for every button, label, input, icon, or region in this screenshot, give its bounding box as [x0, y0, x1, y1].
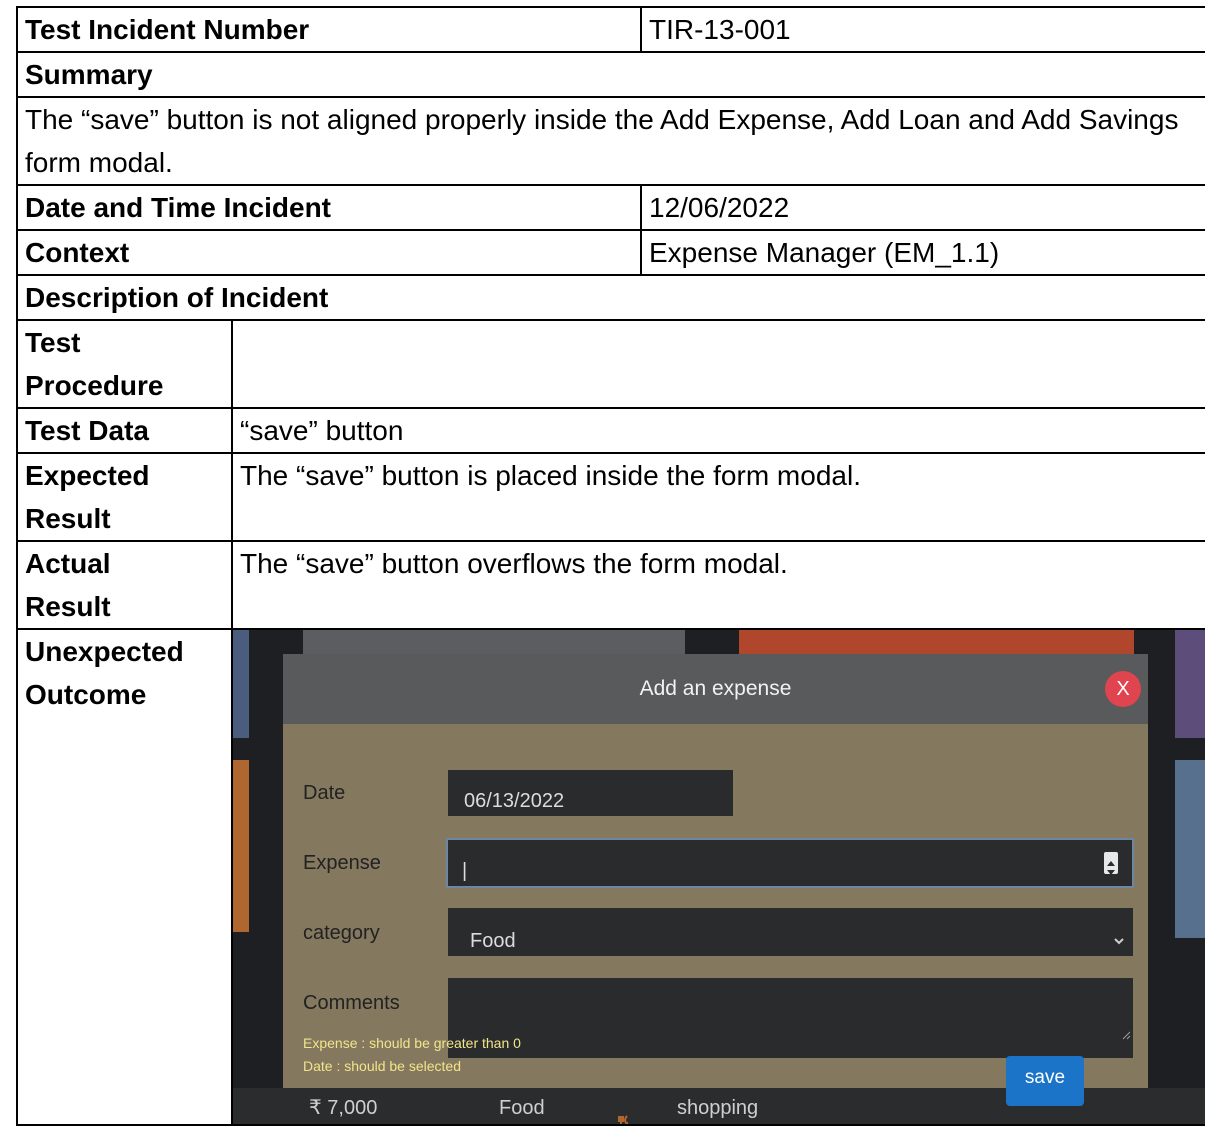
number-stepper-icon[interactable] — [1104, 852, 1118, 875]
chevron-down-icon — [1113, 922, 1125, 965]
test-procedure-label-line2: Procedure — [25, 370, 164, 401]
expected-result-label-line2: Result — [25, 503, 111, 534]
date-time-label: Date and Time Incident — [16, 184, 642, 231]
modal-close-button[interactable]: X — [1105, 671, 1141, 707]
row-test-data: Test Data “save” button — [16, 407, 1205, 454]
actual-result-label: Actual Result — [16, 540, 233, 630]
row-category: Food — [499, 1097, 545, 1119]
category-label: category — [303, 922, 380, 944]
category-select[interactable]: Food — [448, 908, 1133, 956]
unexpected-outcome-label: Unexpected Outcome — [16, 628, 233, 1126]
summary-label: Summary — [16, 51, 1205, 98]
row-test-incident-number: Test Incident Number TIR-13-001 — [16, 6, 1205, 53]
comments-textarea[interactable] — [448, 978, 1133, 1058]
actual-result-value: The “save” button overflows the form mod… — [231, 540, 1205, 630]
actual-result-label-line1: Actual — [25, 548, 111, 579]
description-label: Description of Incident — [16, 274, 1205, 321]
row-summary-heading: Summary — [16, 51, 1205, 98]
test-procedure-label: Test Procedure — [16, 319, 233, 409]
fork-knife-icon — [617, 1100, 629, 1123]
summary-text: The “save” button is not aligned properl… — [16, 96, 1205, 186]
date-time-value: 12/06/2022 — [640, 184, 1205, 231]
add-expense-modal: Add an expense X Date 06/13/2022 Expense… — [283, 654, 1148, 1108]
row-context: Context Expense Manager (EM_1.1) — [16, 229, 1205, 276]
expense-label: Expense — [303, 852, 381, 874]
actual-result-label-line2: Result — [25, 591, 111, 622]
expected-result-label-line1: Expected — [25, 460, 150, 491]
background-card-purple — [1175, 631, 1204, 738]
row-unexpected-outcome: Unexpected Outcome Add an expense X Date — [16, 628, 1205, 1126]
row-date-time: Date and Time Incident 12/06/2022 — [16, 184, 1205, 231]
resize-handle-icon — [1121, 1013, 1131, 1056]
modal-header: Add an expense X — [283, 654, 1148, 724]
row-amount: ₹ 7,000 — [309, 1097, 378, 1119]
row-expected-result: Expected Result The “save” button is plac… — [16, 452, 1205, 542]
row-test-procedure: Test Procedure — [16, 319, 1205, 409]
background-card-orange — [234, 760, 249, 932]
context-value: Expense Manager (EM_1.1) — [640, 229, 1205, 276]
date-input-value: 06/13/2022 — [464, 790, 565, 812]
background-card-blue — [234, 631, 249, 738]
row-summary-text: The “save” button is not aligned properl… — [16, 96, 1205, 186]
test-procedure-label-line1: Test — [25, 327, 81, 358]
date-label: Date — [303, 782, 346, 804]
unexpected-outcome-screenshot-cell: Add an expense X Date 06/13/2022 Expense… — [231, 628, 1205, 1126]
test-procedure-value — [231, 319, 1205, 409]
test-incident-number-label: Test Incident Number — [16, 6, 642, 53]
expense-warning: Expense : should be greater than 0 — [303, 1035, 521, 1051]
expected-result-value: The “save” button is placed inside the f… — [231, 452, 1205, 542]
row-type: shopping — [677, 1097, 759, 1119]
category-select-value: Food — [470, 930, 516, 952]
modal-title: Add an expense — [639, 677, 792, 700]
background-card-slate — [1175, 760, 1204, 938]
row-actual-result: Actual Result The “save” button overflows… — [16, 540, 1205, 630]
comments-label: Comments — [303, 992, 400, 1014]
date-warning: Date : should be selected — [303, 1058, 461, 1074]
save-button[interactable]: save — [1006, 1056, 1084, 1106]
unexpected-outcome-label-line1: Unexpected — [25, 636, 184, 667]
row-description: Description of Incident — [16, 274, 1205, 321]
expense-input[interactable]: | — [446, 838, 1134, 888]
test-data-value: “save” button — [231, 407, 1205, 454]
date-input[interactable]: 06/13/2022 — [448, 770, 733, 816]
test-data-label: Test Data — [16, 407, 233, 454]
expense-input-value: | — [462, 860, 468, 882]
embedded-screenshot: Add an expense X Date 06/13/2022 Expense… — [234, 631, 1204, 1123]
test-incident-report-table: Test Incident Number TIR-13-001 Summary … — [16, 6, 1205, 1126]
test-incident-number-value: TIR-13-001 — [640, 6, 1205, 53]
unexpected-outcome-label-line2: Outcome — [25, 679, 147, 710]
expected-result-label: Expected Result — [16, 452, 233, 542]
context-label: Context — [16, 229, 642, 276]
